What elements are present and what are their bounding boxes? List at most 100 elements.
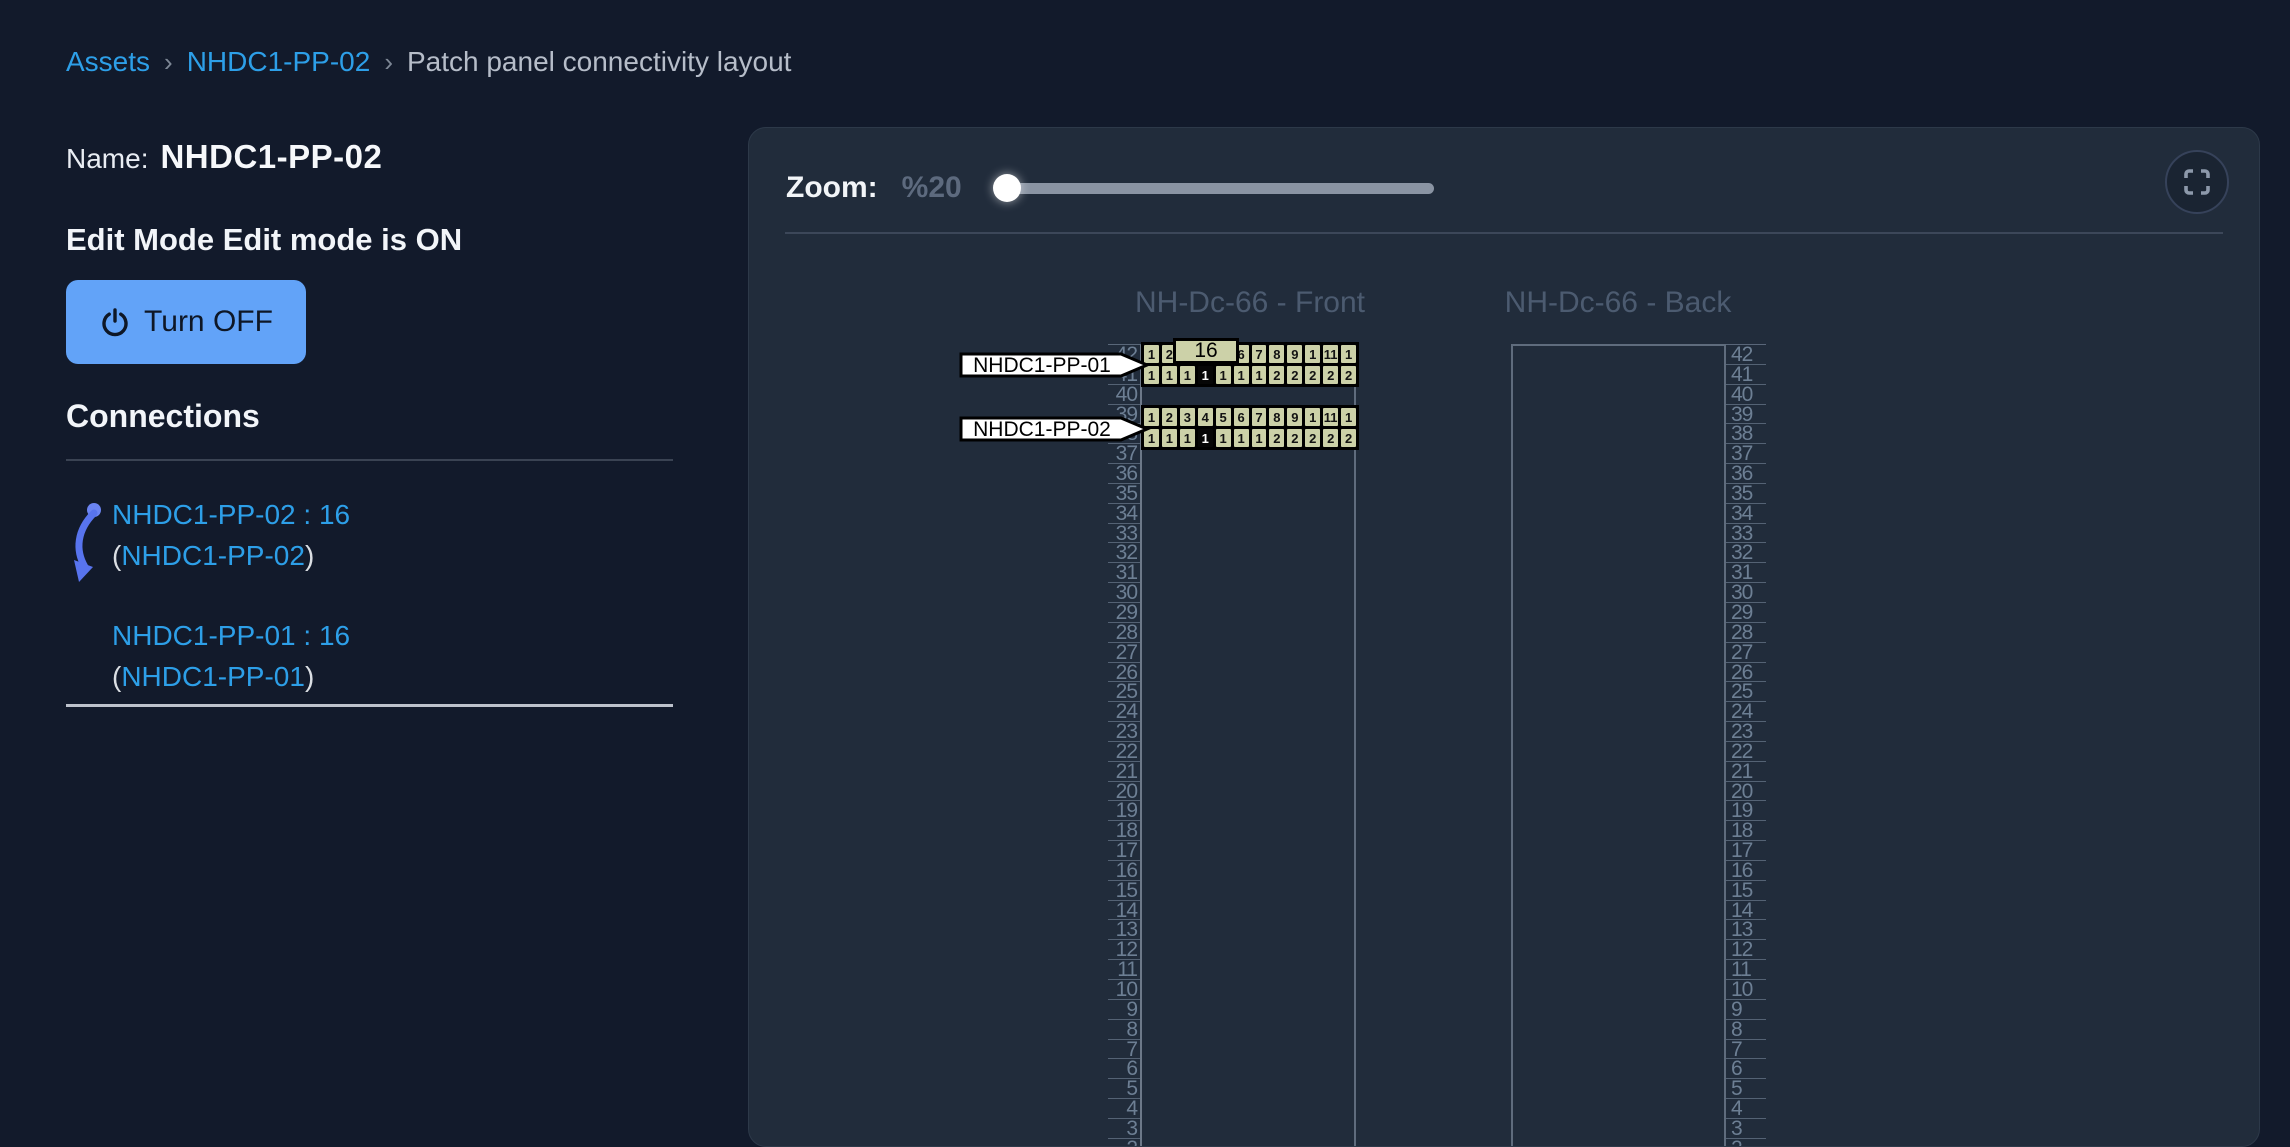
paren-open: (	[112, 540, 121, 571]
rack-unit-number: 10	[1726, 980, 1766, 1000]
turn-off-button[interactable]: Turn OFF	[66, 280, 306, 364]
port[interactable]: 3	[1180, 408, 1195, 426]
connection-target-link[interactable]: NHDC1-PP-01	[121, 661, 305, 692]
zoom-value: %20	[902, 171, 962, 205]
port[interactable]: 1	[1180, 429, 1195, 447]
port[interactable]: 1	[1305, 345, 1320, 363]
rack-unit-number: 8	[1108, 1020, 1140, 1040]
connection-port-link[interactable]: NHDC1-PP-02 : 16	[112, 494, 350, 535]
port[interactable]: 1	[1234, 366, 1249, 384]
port[interactable]: 2	[1341, 429, 1356, 447]
port[interactable]: 2	[1305, 366, 1320, 384]
port-row: 1234567891111	[1144, 408, 1356, 426]
breadcrumb: Assets›NHDC1-PP-02›Patch panel connectiv…	[66, 46, 791, 78]
rack-unit-number: 3	[1108, 1119, 1140, 1139]
zoom-control-row: Zoom: %20	[786, 162, 1434, 214]
port[interactable]: 4	[1198, 408, 1213, 426]
breadcrumb-item-patch-panel-connectivity-layout: Patch panel connectivity layout	[407, 46, 791, 78]
rack-unit-number: 10	[1108, 980, 1140, 1000]
connection-target-link[interactable]: NHDC1-PP-02	[121, 540, 305, 571]
rack-unit-number: 40	[1108, 385, 1140, 405]
connection-target-line: (NHDC1-PP-01)	[112, 656, 350, 697]
port[interactable]: 2	[1287, 366, 1302, 384]
port[interactable]: 1	[1341, 408, 1356, 426]
turn-off-button-label: Turn OFF	[144, 305, 273, 339]
port[interactable]: 1	[1252, 429, 1267, 447]
port[interactable]: 2	[1162, 408, 1177, 426]
rack-unit-number: 36	[1726, 464, 1766, 484]
rack-front-body	[1142, 344, 1356, 1147]
port[interactable]: 2	[1323, 366, 1338, 384]
port[interactable]: 7	[1252, 408, 1267, 426]
port-selected[interactable]: 1	[1198, 429, 1213, 447]
rack-unit-number: 23	[1726, 722, 1766, 742]
port-selected[interactable]: 1	[1198, 366, 1213, 384]
patch-panel-nhdc1-pp-02: 1234567891111111111122222	[1141, 405, 1359, 450]
breadcrumb-separator: ›	[384, 47, 393, 78]
rack-unit-number: 8	[1726, 1020, 1766, 1040]
rack-unit-number: 35	[1108, 484, 1140, 504]
port-row: 111111122222	[1144, 366, 1356, 384]
rack-unit-number: 16	[1726, 861, 1766, 881]
fullscreen-button[interactable]	[2165, 150, 2229, 214]
connections-heading: Connections	[66, 398, 260, 435]
rack-unit-number: 22	[1726, 742, 1766, 762]
port[interactable]: 8	[1269, 408, 1284, 426]
port-row: 111111122222	[1144, 429, 1356, 447]
edit-mode-status: Edit Mode Edit mode is ON	[66, 222, 462, 258]
port[interactable]: 9	[1287, 345, 1302, 363]
rack-unit-number: 3	[1726, 1119, 1766, 1139]
rack-unit-number: 9	[1108, 1000, 1140, 1020]
rack-unit-number: 17	[1726, 841, 1766, 861]
zoom-label: Zoom:	[786, 171, 878, 205]
asset-name-label: Name:	[66, 143, 148, 175]
port[interactable]: 11	[1323, 345, 1338, 363]
patch-panel-label-nhdc1-pp-02[interactable]: NHDC1-PP-02	[959, 416, 1151, 442]
port[interactable]: 2	[1323, 429, 1338, 447]
rack-unit-number: 4	[1108, 1099, 1140, 1119]
port[interactable]: 2	[1341, 366, 1356, 384]
connection-item: NHDC1-PP-01 : 16(NHDC1-PP-01)	[66, 615, 350, 697]
rack-back-title: NH-Dc-66 - Back	[1505, 286, 1732, 320]
port[interactable]: 2	[1287, 429, 1302, 447]
port[interactable]: 2	[1305, 429, 1320, 447]
port[interactable]: 1	[1162, 429, 1177, 447]
patch-panel-label-nhdc1-pp-01[interactable]: NHDC1-PP-01	[959, 352, 1151, 378]
rack-front-title: NH-Dc-66 - Front	[1135, 286, 1365, 320]
port[interactable]: 7	[1252, 345, 1267, 363]
paren-close: )	[305, 540, 314, 571]
port[interactable]: 2	[1269, 429, 1284, 447]
rack-unit-number: 21	[1726, 762, 1766, 782]
port[interactable]: 1	[1252, 366, 1267, 384]
port[interactable]: 1	[1162, 366, 1177, 384]
port[interactable]: 1	[1216, 366, 1231, 384]
port[interactable]: 9	[1287, 408, 1302, 426]
rack-unit-number: 27	[1726, 643, 1766, 663]
port[interactable]: 1	[1234, 429, 1249, 447]
port[interactable]: 11	[1323, 408, 1338, 426]
port[interactable]: 1	[1180, 366, 1195, 384]
port[interactable]: 1	[1341, 345, 1356, 363]
port[interactable]: 8	[1269, 345, 1284, 363]
port[interactable]: 5	[1216, 408, 1231, 426]
breadcrumb-item-assets[interactable]: Assets	[66, 46, 150, 78]
connection-target-line: (NHDC1-PP-02)	[112, 535, 350, 576]
connections-heading-divider	[66, 459, 673, 461]
rack-unit-number: 22	[1108, 742, 1140, 762]
breadcrumb-item-nhdc1-pp-02[interactable]: NHDC1-PP-02	[187, 46, 371, 78]
port[interactable]: 6	[1234, 408, 1249, 426]
connections-list-divider	[66, 704, 673, 707]
rack-unit-number: 28	[1726, 623, 1766, 643]
connection-port-link[interactable]: NHDC1-PP-01 : 16	[112, 615, 350, 656]
zoom-slider-thumb[interactable]	[993, 174, 1021, 202]
zoom-slider[interactable]	[996, 183, 1434, 194]
toolbar-divider	[785, 232, 2223, 234]
port[interactable]: 1	[1216, 429, 1231, 447]
rack-unit-number: 34	[1108, 504, 1140, 524]
rack-unit-number: 30	[1726, 583, 1766, 603]
port[interactable]: 1	[1305, 408, 1320, 426]
rack-back-body	[1511, 344, 1726, 1147]
port[interactable]: 2	[1269, 366, 1284, 384]
rack-unit-number: 27	[1108, 643, 1140, 663]
rack-unit-number: 41	[1726, 365, 1766, 385]
